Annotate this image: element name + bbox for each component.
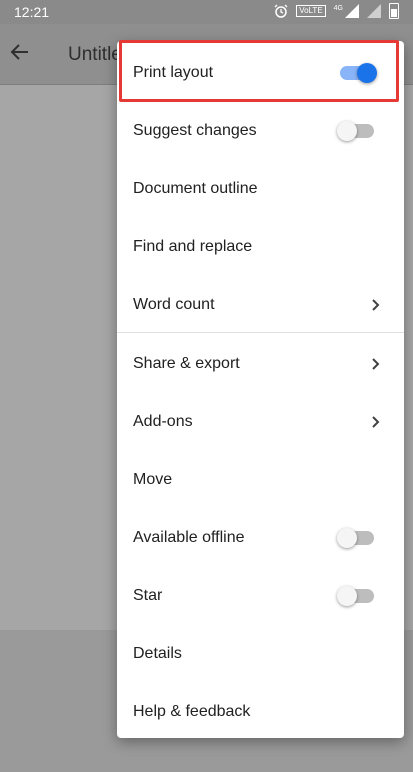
menu-item-document-outline[interactable]: Document outline [117,160,404,218]
menu-item-label: Suggest changes [133,122,257,139]
menu-item-label: Add-ons [133,413,193,430]
menu-item-label: Move [133,471,173,488]
overflow-menu: Print layout Suggest changes Document ou… [117,41,404,738]
toggle-knob [337,528,357,548]
menu-item-available-offline[interactable]: Available offline [117,509,404,567]
status-bar: 12:21 VoLTE 4G [0,0,413,24]
battery-icon [389,3,399,19]
signal-icon [345,4,359,18]
signal-icon [367,4,381,18]
menu-item-label: Star [133,587,163,604]
menu-item-label: Details [133,645,182,662]
status-time: 12:21 [14,4,50,20]
menu-item-add-ons[interactable]: Add-ons [117,393,404,451]
menu-item-label: Share & export [133,355,240,372]
menu-item-label: Find and replace [133,238,253,255]
menu-item-details[interactable]: Details [117,625,404,683]
status-icons: VoLTE 4G [274,3,399,19]
network-type: 4G [333,4,343,12]
menu-divider [117,332,404,333]
menu-item-label: Document outline [133,180,258,197]
star-toggle[interactable] [337,586,374,606]
volte-icon: VoLTE [296,5,326,17]
highlight-box [119,40,399,102]
menu-item-star[interactable]: Star [117,567,404,625]
chevron-right-icon [372,299,380,311]
alarm-icon [274,4,288,18]
available-offline-toggle[interactable] [337,528,374,548]
toggle-knob [337,121,357,141]
menu-item-share-export[interactable]: Share & export [117,335,404,393]
menu-item-help-feedback[interactable]: Help & feedback [117,683,404,738]
chevron-right-icon [372,358,380,370]
menu-item-label: Available offline [133,529,245,546]
chevron-right-icon [372,416,380,428]
toggle-knob [337,586,357,606]
menu-item-label: Word count [133,296,215,313]
suggest-changes-toggle[interactable] [337,121,374,141]
menu-item-label: Help & feedback [133,703,251,720]
menu-item-suggest-changes[interactable]: Suggest changes [117,102,404,160]
menu-item-move[interactable]: Move [117,451,404,509]
menu-item-find-and-replace[interactable]: Find and replace [117,218,404,276]
menu-item-word-count[interactable]: Word count [117,276,404,334]
back-arrow-icon[interactable] [8,40,32,64]
